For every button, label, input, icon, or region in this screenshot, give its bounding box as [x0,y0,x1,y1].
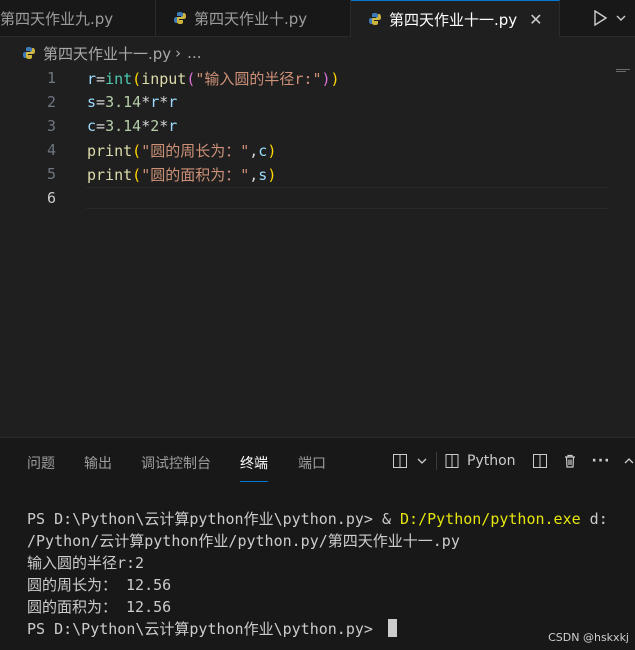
tab-label: 第四天作业九.py [0,9,114,28]
tab-bar: 第四天作业九.py 第四天作业十.py 第四天作业十一.py ✕ [0,0,635,37]
chevron-down-icon[interactable] [416,455,428,467]
terminal-line: PS D:\Python\云计算python作业\python.py> & D:… [27,508,633,530]
tab-terminal[interactable]: 终端 [240,453,268,482]
chevron-up-icon[interactable] [623,455,635,467]
breadcrumb-more[interactable]: ... [187,44,201,62]
terminal-line: 圆的面积为： 12.56 [27,598,172,616]
line-number: 6 [46,189,56,207]
line-number: 2 [46,93,56,111]
python-file-icon [369,13,381,25]
split-terminal-icon[interactable] [392,453,408,469]
line-number: 3 [46,117,56,135]
more-actions-icon[interactable]: ··· [592,453,611,469]
terminal-prompt: PS D:\Python\云计算python作业\python.py> [27,510,382,528]
terminal-output[interactable]: PS D:\Python\云计算python作业\python.py> & D:… [27,508,633,640]
python-file-icon [23,47,35,59]
terminal-profile-icon [445,454,459,468]
bottom-panel: 问题 输出 调试控制台 终端 端口 Python ··· PS D:\Pytho… [0,437,635,650]
tab-label: 第四天作业十.py [194,9,308,28]
terminal-prompt: PS D:\Python\云计算python作业\python.py> [27,620,382,638]
code-text: r=int(input("输入圆的半径r:")) [87,69,340,88]
breadcrumb: 第四天作业十一.py › ... [22,42,201,64]
tab-output[interactable]: 输出 [84,453,112,473]
terminal-cursor [387,619,397,637]
terminal-line: 圆的周长为： 12.56 [27,576,172,594]
panel-tabs: 问题 输出 调试控制台 终端 端口 Python ··· [0,438,635,484]
code-line: 1 r=int(input("输入圆的半径r:")) [0,66,635,90]
editor-actions [585,0,635,36]
tab-homework-10[interactable]: 第四天作业十.py [156,0,351,36]
terminal-command: & [381,510,401,528]
divider [436,452,437,470]
close-icon[interactable]: ✕ [529,10,542,29]
code-line: 6 [0,186,635,210]
tab-homework-9[interactable]: 第四天作业九.py [0,0,156,36]
code-text: print("圆的周长为：",c) [87,141,277,160]
code-text: c=3.14*2*r [87,117,178,135]
terminal-line: 输入圆的半径r:2 [27,554,145,572]
tab-label: 第四天作业十一.py [389,10,518,29]
watermark: CSDN @hskxkj [548,631,629,644]
tab-debug-console[interactable]: 调试控制台 [141,453,211,473]
maximize-panel-icon[interactable] [532,453,548,469]
code-line: 5 print("圆的面积为：",s) [0,162,635,186]
tab-homework-11[interactable]: 第四天作业十一.py ✕ [351,0,560,37]
breadcrumb-file[interactable]: 第四天作业十一.py [43,43,171,64]
terminal-line: PS D:\Python\云计算python作业\python.py> [27,618,633,640]
line-number: 1 [46,69,56,87]
line-number: 4 [46,141,56,159]
code-text: print("圆的面积为：",s) [87,165,277,184]
tab-ports[interactable]: 端口 [298,453,326,473]
code-line: 4 print("圆的周长为：",c) [0,138,635,162]
run-icon[interactable] [593,10,607,26]
terminal-line: /Python/云计算python作业/python.py/第四天作业十一.py [27,532,460,550]
line-number: 5 [46,165,56,183]
terminal-profile-label[interactable]: Python [467,453,516,469]
chevron-right-icon: › [175,44,182,62]
trash-icon[interactable] [562,453,578,469]
tab-problems[interactable]: 问题 [27,453,55,473]
terminal-executable: D:/Python/python.exe [400,510,581,528]
panel-toolbar: Python ··· [392,450,635,472]
terminal-argument: d: [580,510,608,528]
code-line: 3 c=3.14*2*r [0,114,635,138]
chevron-down-icon[interactable] [615,12,627,24]
code-editor[interactable]: 1 r=int(input("输入圆的半径r:")) 2 s=3.14*r*r … [0,66,635,436]
code-line: 2 s=3.14*r*r [0,90,635,114]
code-text: s=3.14*r*r [87,93,178,111]
python-file-icon [174,12,186,24]
